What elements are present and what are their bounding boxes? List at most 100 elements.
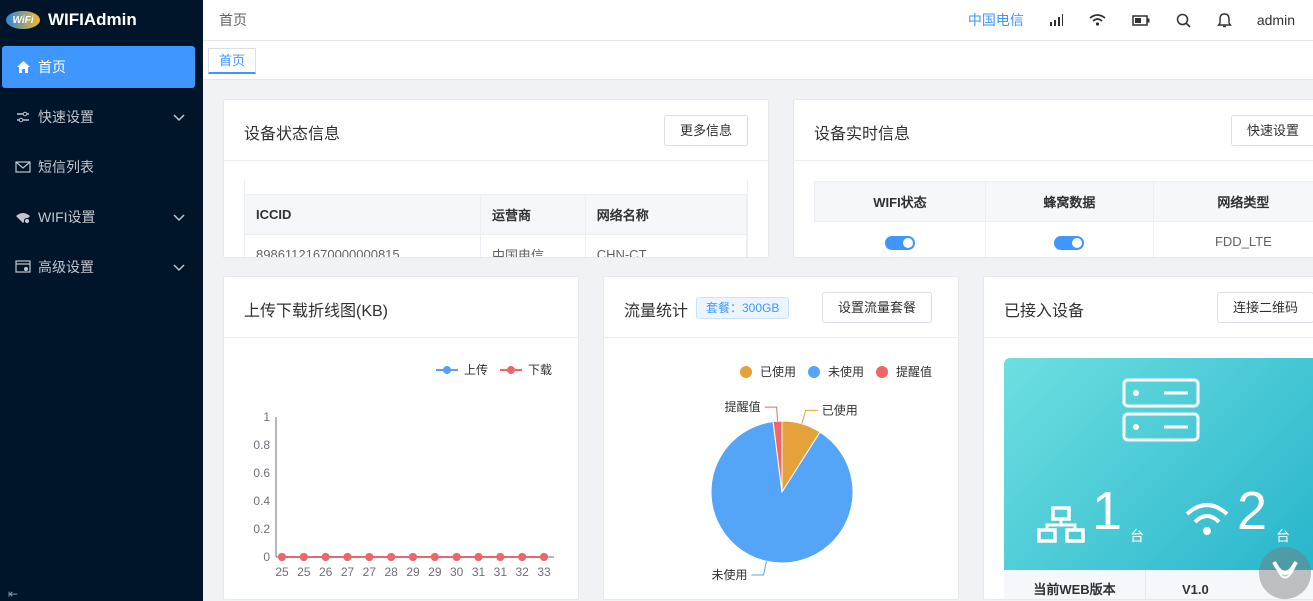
data-point bbox=[299, 553, 308, 561]
table-cell: 中国电信 bbox=[480, 234, 586, 257]
realtime-table: WIFI状态 蜂窝数据 网络类型 FDD_LTE bbox=[814, 181, 1313, 257]
tabs-bar: 首页 bbox=[203, 41, 1313, 80]
realtime-info-card: 设备实时信息 快速设置 WIFI状态 蜂窝数据 网络类型 FDD_LTE bbox=[793, 99, 1313, 258]
table-header-row: WIFI状态 蜂窝数据 网络类型 bbox=[814, 181, 1313, 222]
cellular-data-toggle[interactable] bbox=[1054, 235, 1085, 250]
top-header: 首页 中国电信 admin bbox=[203, 0, 1313, 41]
sidebar-menu: 首页 快速设置 短信列表 WIFI设置 高级设置 bbox=[0, 46, 203, 288]
y-tick-label: 0.2 bbox=[253, 522, 270, 536]
data-point bbox=[387, 553, 396, 561]
data-point bbox=[278, 553, 286, 561]
unit-label: 台 bbox=[1130, 528, 1144, 544]
pie-label-line bbox=[764, 406, 779, 422]
logo-mark: WiFi bbox=[6, 11, 40, 29]
sidebar-item-home[interactable]: 首页 bbox=[2, 46, 195, 88]
data-point bbox=[496, 553, 505, 561]
data-point bbox=[321, 553, 330, 561]
column-header: 蜂窝数据 bbox=[984, 181, 1154, 222]
sidebar-item-label: WIFI设置 bbox=[38, 209, 96, 225]
sidebar-item-label: 短信列表 bbox=[38, 159, 94, 175]
wifi-device-icon bbox=[1184, 502, 1230, 541]
y-tick-label: 0 bbox=[263, 550, 270, 564]
sidebar-item-advanced-settings[interactable]: 高级设置 bbox=[2, 246, 195, 288]
column-header: 运营商 bbox=[480, 194, 586, 235]
table-cell bbox=[985, 221, 1154, 257]
data-point bbox=[430, 553, 439, 561]
wired-device-count: 1 bbox=[1092, 481, 1123, 541]
y-tick-label: 0.4 bbox=[253, 494, 270, 508]
tab-home[interactable]: 首页 bbox=[208, 48, 257, 74]
x-tick-label: 27 bbox=[341, 565, 355, 579]
data-point bbox=[452, 553, 461, 561]
mail-icon bbox=[14, 161, 32, 173]
sidebar-item-quick-settings[interactable]: 快速设置 bbox=[2, 96, 195, 138]
table-cell: CHN-CT bbox=[585, 234, 747, 257]
card-title: 设备状态信息 bbox=[244, 126, 341, 143]
home-icon bbox=[14, 60, 32, 74]
more-info-button[interactable]: 更多信息 bbox=[663, 115, 748, 146]
wifi-device-count: 2 bbox=[1237, 481, 1268, 541]
pie-slice-label: 未使用 bbox=[711, 567, 747, 582]
chevron-down-icon bbox=[173, 109, 185, 125]
server-icon bbox=[1122, 378, 1200, 445]
device-status-card: 设备状态信息 更多信息 ICCID 运营商 网络名称 8986112167000… bbox=[223, 99, 769, 258]
sidebar-item-sms-list[interactable]: 短信列表 bbox=[2, 146, 195, 188]
user-menu[interactable]: admin bbox=[1257, 12, 1295, 28]
traffic-chart-card: 上传下载折线图(KB) 上传 下载 0 0.2 0.4 0.6 0.8 1 25 25 26 27… bbox=[223, 276, 579, 600]
table-row: FDD_LTE bbox=[814, 221, 1313, 257]
data-point bbox=[365, 553, 374, 561]
y-tick-label: 1 bbox=[263, 410, 270, 424]
pie-label-line bbox=[801, 409, 818, 424]
flow-stats-card: 流量统计 套餐：300GB 设置流量套餐 已使用 未使用 提醒值 已使用 未使用提… bbox=[603, 276, 959, 600]
card-title: 设备实时信息 bbox=[814, 126, 911, 143]
qr-code-button[interactable]: 连接二维码 bbox=[1217, 292, 1313, 323]
quick-settings-button[interactable]: 快速设置 bbox=[1231, 115, 1313, 146]
app-root: WiFi WIFIAdmin 首页 快速设置 短信列表 WIFI设置 高级设置 … bbox=[0, 0, 1313, 601]
x-tick-label: 26 bbox=[319, 565, 333, 579]
data-point bbox=[409, 553, 417, 561]
app-title: WIFIAdmin bbox=[48, 10, 137, 29]
line-chart: 0 0.2 0.4 0.6 0.8 1 25 25 26 27 27 28 29 29 30 31 31 32 33 bbox=[253, 410, 554, 579]
signal-icon bbox=[1049, 14, 1063, 26]
x-tick-label: 31 bbox=[494, 565, 508, 579]
x-tick-label: 30 bbox=[450, 565, 464, 579]
table-header-row: ICCID 运营商 网络名称 bbox=[245, 194, 747, 235]
card-header: 设备实时信息 快速设置 bbox=[794, 100, 1313, 161]
version-label: 当前WEB版本 bbox=[1004, 570, 1146, 599]
data-point bbox=[474, 553, 483, 561]
header-right: 中国电信 admin bbox=[968, 0, 1295, 40]
wifi-settings-icon bbox=[14, 211, 32, 224]
card-title: 已接入设备 bbox=[1004, 303, 1085, 320]
data-point bbox=[343, 553, 352, 561]
column-header: ICCID bbox=[245, 194, 481, 235]
table-cell: 89861121670000000815 bbox=[245, 234, 481, 257]
x-tick-label: 29 bbox=[406, 565, 420, 579]
column-header: 网络类型 bbox=[1152, 181, 1313, 222]
devices-panel: 1 台 2 台 bbox=[1004, 358, 1313, 570]
table-cell: FDD_LTE bbox=[1153, 221, 1313, 257]
x-tick-label: 25 bbox=[275, 565, 289, 579]
data-point bbox=[518, 553, 527, 561]
network-icon bbox=[1036, 506, 1086, 547]
x-tick-label: 32 bbox=[515, 565, 529, 579]
chevron-down-icon bbox=[173, 259, 185, 275]
wifi-status-toggle[interactable] bbox=[884, 235, 915, 250]
sliders-icon bbox=[14, 111, 32, 123]
unit-label: 台 bbox=[1276, 528, 1290, 544]
y-tick-label: 0.8 bbox=[253, 438, 270, 452]
connected-devices-card: 已接入设备 连接二维码 1 台 2 台 当前WEB版本 V1.0 bbox=[983, 276, 1313, 600]
sidebar-item-label: 快速设置 bbox=[38, 109, 94, 125]
pie-slice-label: 已使用 bbox=[822, 402, 858, 417]
data-point bbox=[540, 553, 548, 561]
x-tick-label: 33 bbox=[537, 565, 551, 579]
column-header: 网络名称 bbox=[585, 194, 747, 235]
y-tick-label: 0.6 bbox=[253, 466, 270, 480]
bell-icon[interactable] bbox=[1216, 12, 1232, 28]
battery-icon bbox=[1132, 14, 1150, 26]
search-icon[interactable] bbox=[1176, 13, 1191, 28]
collapse-icon[interactable]: ⇤ bbox=[8, 587, 18, 601]
sidebar-item-wifi-settings[interactable]: WIFI设置 bbox=[2, 196, 195, 238]
logo[interactable]: WiFi WIFIAdmin bbox=[0, 0, 203, 40]
breadcrumb: 首页 bbox=[219, 12, 247, 28]
card-header: 设备状态信息 更多信息 bbox=[224, 100, 768, 161]
